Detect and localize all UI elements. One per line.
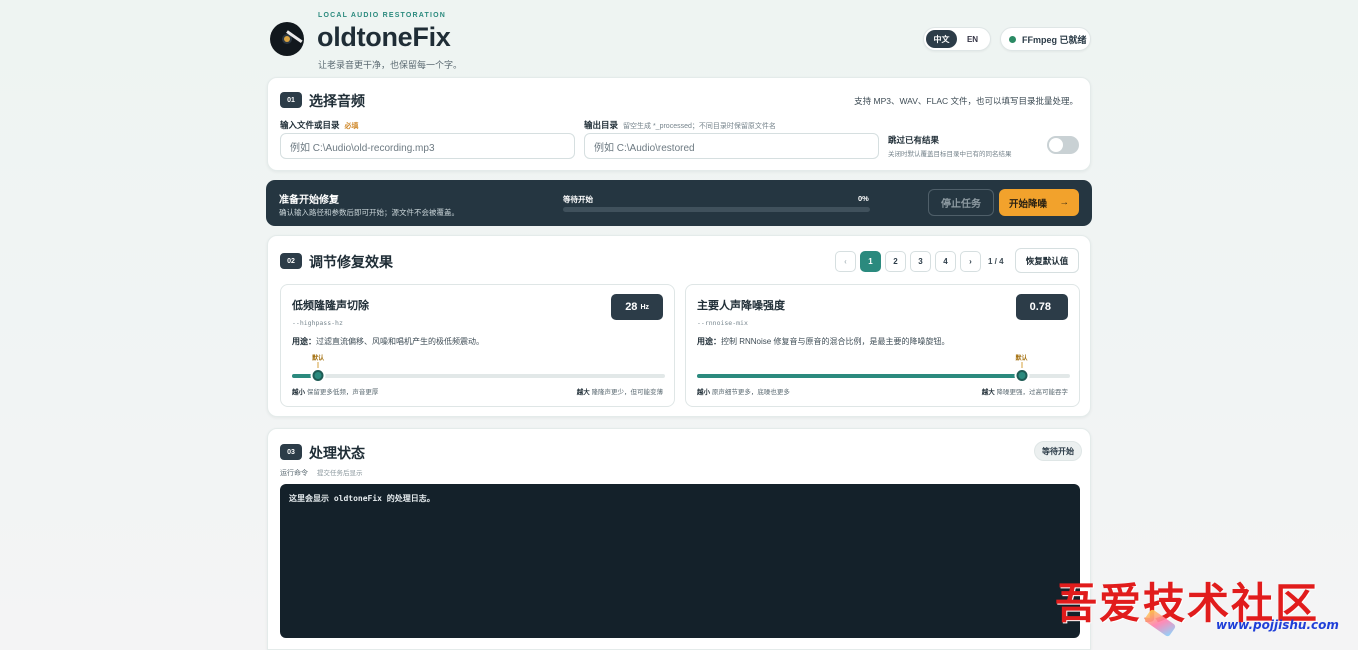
input-path-field[interactable]: 例如 C:\Audio\old-recording.mp3 xyxy=(280,133,575,159)
param-usage-label: 用途： xyxy=(697,337,721,346)
job-status-badge: 等待开始 xyxy=(1034,441,1082,461)
section-title: 调节修复效果 xyxy=(309,254,393,270)
param-usage-label: 用途： xyxy=(292,337,316,346)
default-tag: 默认 xyxy=(1015,356,1028,362)
param-usage-text: 控制 RNNoise 修复音与原音的混合比例，是最主要的降噪旋钮。 xyxy=(721,337,950,346)
param-usage-text: 过滤直流偏移、风噪和唱机产生的极低频震动。 xyxy=(316,337,484,346)
start-denoise-button[interactable]: 开始降噪 → xyxy=(999,189,1079,216)
app-tagline: 让老录音更干净，也保留每一个字。 xyxy=(318,60,463,70)
step-number: 01 xyxy=(280,92,302,108)
scale-max-text: 降噪更强，过高可能吞字 xyxy=(996,389,1069,396)
slider-fill xyxy=(697,374,1022,378)
lang-en-button[interactable]: EN xyxy=(957,30,988,48)
param-usage: 用途：过滤直流偏移、风噪和唱机产生的极低频震动。 xyxy=(292,336,484,347)
skip-existing-toggle[interactable] xyxy=(1047,136,1079,154)
scale-min-label: 越小 xyxy=(697,389,710,396)
skip-existing-desc: 关闭时默认覆盖目标目录中已有的同名结果 xyxy=(888,151,1012,158)
lang-zh-button[interactable]: 中文 xyxy=(926,30,957,48)
section-title: 处理状态 xyxy=(309,445,365,461)
step-number: 02 xyxy=(280,253,302,269)
app-header: LOCAL AUDIO RESTORATION oldtoneFix 让老录音更… xyxy=(267,0,1091,74)
progress-label: 等待开始 xyxy=(563,195,593,204)
param-pager: ‹ 1 2 3 4 › 1 / 4 xyxy=(835,250,1004,272)
app-title: oldtoneFix xyxy=(317,22,451,52)
scale-max-hint: 越大 隆隆声更少，但可能变薄 xyxy=(577,386,663,396)
scale-min-hint: 越小 原声细节更多，底噪也更多 xyxy=(697,386,790,396)
param-value: 28 xyxy=(625,301,638,313)
stop-task-button[interactable]: 停止任务 xyxy=(928,189,994,216)
run-command-value: 提交任务后显示 xyxy=(317,469,363,477)
pager-count: 1 / 4 xyxy=(988,256,1004,266)
watermark: 吾爱技术社区 www.pojjishu.com xyxy=(1053,570,1353,640)
param-card-rnnoise: 主要人声降噪强度 --rnnoise-mix 0.78 用途：控制 RNNois… xyxy=(685,284,1080,407)
param-slider[interactable]: 默认 xyxy=(292,356,665,381)
output-dir-label: 输出目录 留空生成 *_processed；不同目录时保留原文件名 xyxy=(584,119,776,131)
pager-page-1[interactable]: 1 xyxy=(860,250,881,272)
vinyl-logo-icon xyxy=(270,22,304,56)
pager-page-2[interactable]: 2 xyxy=(885,250,906,272)
tune-effects-card: 02 调节修复效果 ‹ 1 2 3 4 › 1 / 4 恢复默认值 低频隆隆声切… xyxy=(267,235,1091,417)
scale-min-hint: 越小 保留更多低频，声音更厚 xyxy=(292,386,378,396)
reset-defaults-button[interactable]: 恢复默认值 xyxy=(1015,248,1079,273)
output-dir-note: 留空生成 *_processed；不同目录时保留原文件名 xyxy=(623,123,776,130)
select-audio-card: 01 选择音频 支持 MP3、WAV、FLAC 文件，也可以填写目录批量处理。 … xyxy=(267,77,1091,171)
language-switch: 中文 EN xyxy=(923,27,991,51)
scale-min-text: 保留更多低频，声音更厚 xyxy=(306,389,379,396)
scale-max-label: 越大 xyxy=(576,389,590,396)
output-dir-field[interactable]: 例如 C:\Audio\restored xyxy=(584,133,879,159)
input-path-placeholder: 例如 C:\Audio\old-recording.mp3 xyxy=(290,142,435,154)
pager-page-3[interactable]: 3 xyxy=(910,250,931,272)
header-eyebrow: LOCAL AUDIO RESTORATION xyxy=(318,12,447,19)
pager-next-button[interactable]: › xyxy=(960,250,981,272)
slider-thumb[interactable] xyxy=(1016,370,1027,381)
log-text: 这里会显示 oldtoneFix 的处理日志。 xyxy=(289,494,435,503)
param-usage: 用途：控制 RNNoise 修复音与原音的混合比例，是最主要的降噪旋钮。 xyxy=(697,336,949,347)
progress-bar xyxy=(563,207,870,212)
section-title: 选择音频 xyxy=(309,93,365,109)
param-slider[interactable]: 默认 xyxy=(697,356,1070,381)
scale-min-label: 越小 xyxy=(292,389,305,396)
scale-min-text: 原声细节更多，底噪也更多 xyxy=(711,389,790,396)
param-value-display: 28 Hz xyxy=(611,294,663,320)
input-path-label: 输入文件或目录 必填 xyxy=(280,119,359,131)
arrow-right-icon: → xyxy=(1059,197,1070,208)
processing-status-card: 03 处理状态 等待开始 运行命令 提交任务后显示 这里会显示 oldtoneF… xyxy=(267,428,1091,650)
process-log[interactable]: 这里会显示 oldtoneFix 的处理日志。 xyxy=(280,484,1080,638)
param-name: 主要人声降噪强度 xyxy=(697,300,785,312)
pager-prev-button[interactable]: ‹ xyxy=(835,250,856,272)
scale-max-label: 越大 xyxy=(981,389,995,396)
skip-existing-title: 跳过已有结果 xyxy=(888,135,940,145)
status-title: 准备开始修复 xyxy=(279,195,339,206)
default-tag: 默认 xyxy=(312,356,325,362)
input-path-label-text: 输入文件或目录 xyxy=(280,120,340,130)
pager-page-4[interactable]: 4 xyxy=(935,250,956,272)
param-card-highpass: 低频隆隆声切除 --highpass-hz 28 Hz 用途：过滤直流偏移、风噪和… xyxy=(280,284,675,407)
param-value-display: 0.78 xyxy=(1015,294,1068,320)
watermark-url: www.pojjishu.com xyxy=(1216,618,1339,632)
output-dir-placeholder: 例如 C:\Audio\restored xyxy=(594,142,695,154)
param-flag: --highpass-hz xyxy=(292,319,343,327)
param-flag: --rnnoise-mix xyxy=(697,319,748,327)
param-value: 0.78 xyxy=(1029,301,1051,313)
status-dot-icon xyxy=(1009,35,1016,43)
scale-max-hint: 越大 降噪更强，过高可能吞字 xyxy=(982,386,1068,396)
ffmpeg-status-text: FFmpeg 已就绪 xyxy=(1022,34,1087,45)
progress-percent: 0% xyxy=(858,194,869,203)
status-desc: 确认输入路径和参数后即可开始；源文件不会被覆盖。 xyxy=(279,208,459,217)
required-tag: 必填 xyxy=(344,123,359,130)
ffmpeg-status-badge: FFmpeg 已就绪 xyxy=(1000,27,1091,51)
scale-max-text: 隆隆声更少，但可能变薄 xyxy=(591,389,664,396)
param-name: 低频隆隆声切除 xyxy=(292,300,369,312)
param-unit: Hz xyxy=(640,303,649,311)
format-hint: 支持 MP3、WAV、FLAC 文件，也可以填写目录批量处理。 xyxy=(854,96,1078,106)
step-number: 03 xyxy=(280,444,302,460)
run-command-label: 运行命令 xyxy=(280,470,308,477)
slider-thumb[interactable] xyxy=(312,370,324,381)
task-status-bar: 准备开始修复 确认输入路径和参数后即可开始；源文件不会被覆盖。 等待开始 0% … xyxy=(266,180,1092,226)
start-denoise-label: 开始降噪 xyxy=(1009,198,1048,210)
output-dir-label-text: 输出目录 xyxy=(584,120,619,130)
